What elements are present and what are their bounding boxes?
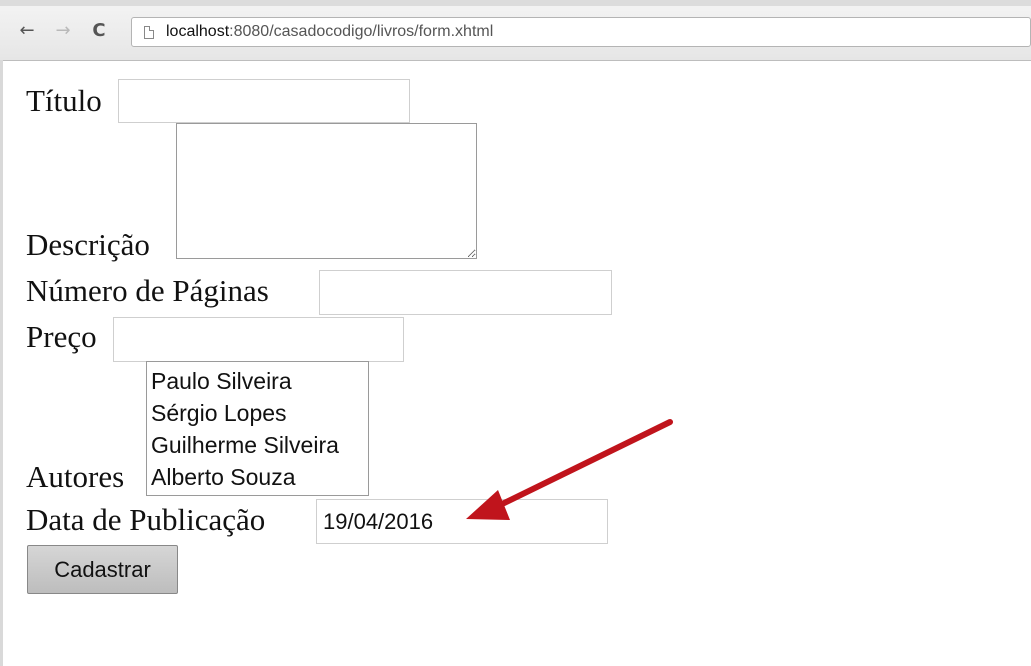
forward-arrow-icon[interactable]: → (52, 20, 74, 42)
data-publicacao-input[interactable] (316, 499, 608, 544)
autor-option[interactable]: Alberto Souza (147, 461, 368, 493)
titulo-label: Título (26, 83, 102, 118)
preco-input[interactable] (113, 317, 404, 362)
autor-option[interactable]: Guilherme Silveira (147, 429, 368, 461)
address-bar[interactable]: localhost:8080/casadocodigo/livros/form.… (131, 17, 1031, 47)
tab-strip-edge (0, 0, 1031, 6)
cadastrar-button[interactable]: Cadastrar (27, 545, 178, 594)
data-publicacao-label: Data de Publicação (26, 502, 266, 537)
autores-listbox[interactable]: Paulo Silveira Sérgio Lopes Guilherme Si… (146, 361, 369, 496)
autor-option[interactable]: Paulo Silveira (147, 365, 368, 397)
page-icon (144, 26, 154, 39)
autor-option[interactable]: Sérgio Lopes (147, 397, 368, 429)
browser-toolbar: ← → C localhost:8080/casadocodigo/livros… (0, 0, 1031, 61)
numero-paginas-label: Número de Páginas (26, 273, 269, 308)
preco-label: Preço (26, 319, 97, 354)
descricao-textarea[interactable] (176, 123, 477, 259)
autores-label: Autores (26, 459, 125, 494)
url-path: :8080/casadocodigo/livros/form.xhtml (229, 23, 494, 40)
window-left-border (0, 60, 3, 666)
url-host: localhost (166, 23, 230, 40)
titulo-input[interactable] (118, 79, 410, 123)
back-arrow-icon[interactable]: ← (16, 20, 38, 42)
url-text[interactable]: localhost:8080/casadocodigo/livros/form.… (166, 23, 493, 41)
descricao-label: Descrição (26, 227, 150, 262)
reload-icon[interactable]: C (88, 20, 110, 42)
numero-paginas-input[interactable] (319, 270, 612, 315)
